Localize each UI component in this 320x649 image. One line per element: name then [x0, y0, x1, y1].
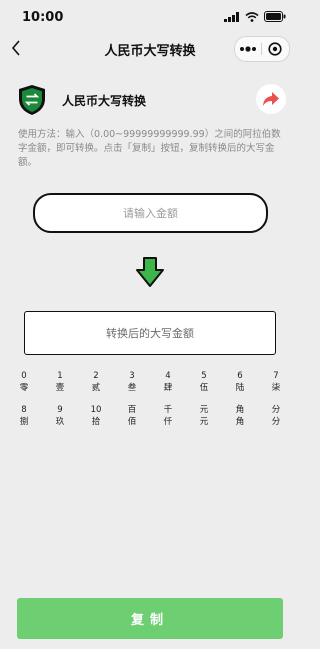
digit-row: 8 捌 9 玖 10 拾百佰千仟元元角角分分	[6, 404, 294, 438]
digit-cell: 百佰	[114, 404, 150, 438]
wifi-icon	[245, 11, 259, 22]
digit-chinese: 角	[235, 417, 245, 427]
app-header: 人民币大写转换	[18, 84, 288, 118]
arrow-down-icon	[135, 256, 165, 288]
mini-program-capsule	[234, 36, 290, 62]
digit-cell: 分分	[258, 404, 294, 438]
digit-cell: 10 拾	[78, 404, 114, 438]
digit-chinese: 分	[271, 417, 281, 427]
more-button[interactable]	[235, 46, 261, 52]
status-icons	[224, 11, 286, 22]
status-time: 10:00	[22, 10, 64, 25]
digit-chinese: 伍	[199, 383, 209, 393]
amount-input[interactable]: 请输入金额	[33, 193, 268, 233]
digit-cell: 1壹	[42, 370, 78, 404]
nav-bar: 人民币大写转换	[0, 36, 300, 62]
digit-cell: 7柒	[258, 370, 294, 404]
digit-chinese: 玖	[55, 417, 65, 427]
target-close-icon	[268, 42, 282, 56]
status-bar: 10:00	[0, 0, 300, 36]
digit-chinese: 捌	[19, 417, 29, 427]
close-button[interactable]	[262, 42, 288, 56]
digit-cell: 角角	[222, 404, 258, 438]
digit-reference-table: 0 零 1 壹 2 贰 3 叁 4 肆 5 伍 6 陆 7 柒 8 捌 9 玖 10 拾百佰千仟元元角角分分	[6, 370, 294, 438]
digit-arabic: 6	[237, 371, 243, 381]
digit-chinese: 壹	[55, 383, 65, 393]
share-button[interactable]	[256, 84, 286, 114]
digit-row: 0零1壹2贰3叁4肆5伍6陆7柒	[6, 370, 294, 404]
digit-arabic: 4	[165, 371, 171, 381]
digit-arabic: 元	[199, 405, 209, 415]
digit-cell: 0零	[6, 370, 42, 404]
digit-arabic: 10	[90, 405, 102, 415]
digit-cell: 5伍	[186, 370, 222, 404]
digit-arabic: 7	[273, 371, 279, 381]
digit-chinese: 贰	[91, 383, 101, 393]
digit-cell: 元元	[186, 404, 222, 438]
digit-cell: 4肆	[150, 370, 186, 404]
copy-button[interactable]: 复制	[17, 598, 283, 639]
digit-chinese: 零	[19, 383, 29, 393]
digit-arabic: 角	[235, 405, 245, 415]
digit-arabic: 9	[57, 405, 63, 415]
digit-arabic: 5	[201, 371, 207, 381]
shield-icon	[18, 84, 46, 116]
digit-arabic: 1	[57, 371, 63, 381]
battery-icon	[264, 11, 286, 22]
result-display[interactable]: 转换后的大写金额	[24, 311, 276, 355]
signal-icon	[224, 11, 239, 22]
digit-arabic: 0	[21, 371, 27, 381]
digit-arabic: 2	[93, 371, 99, 381]
digit-chinese: 拾	[91, 417, 101, 427]
digit-arabic: 3	[129, 371, 135, 381]
digit-cell: 9玖	[42, 404, 78, 438]
digit-chinese: 陆	[235, 383, 245, 393]
digit-cell: 千仟	[150, 404, 186, 438]
digit-chinese: 叁	[127, 383, 137, 393]
digit-cell: 8捌	[6, 404, 42, 438]
digit-arabic: 百	[127, 405, 137, 415]
digit-chinese: 佰	[127, 417, 137, 427]
digit-cell: 6陆	[222, 370, 258, 404]
share-arrow-icon	[263, 92, 279, 106]
usage-instructions: 使用方法：输入（0.00~99999999999.99）之间的阿拉伯数字金额，即…	[18, 129, 281, 168]
digit-cell: 3叁	[114, 370, 150, 404]
digit-arabic: 千	[163, 405, 173, 415]
digit-chinese: 柒	[271, 383, 281, 393]
app-title: 人民币大写转换	[62, 94, 147, 108]
digit-arabic: 8	[21, 405, 27, 415]
digit-arabic: 分	[271, 405, 281, 415]
digit-cell: 2贰	[78, 370, 114, 404]
digit-chinese: 仟	[163, 417, 173, 427]
digit-chinese: 元	[199, 417, 209, 427]
digit-chinese: 肆	[163, 383, 173, 393]
more-dots-icon	[240, 46, 256, 52]
